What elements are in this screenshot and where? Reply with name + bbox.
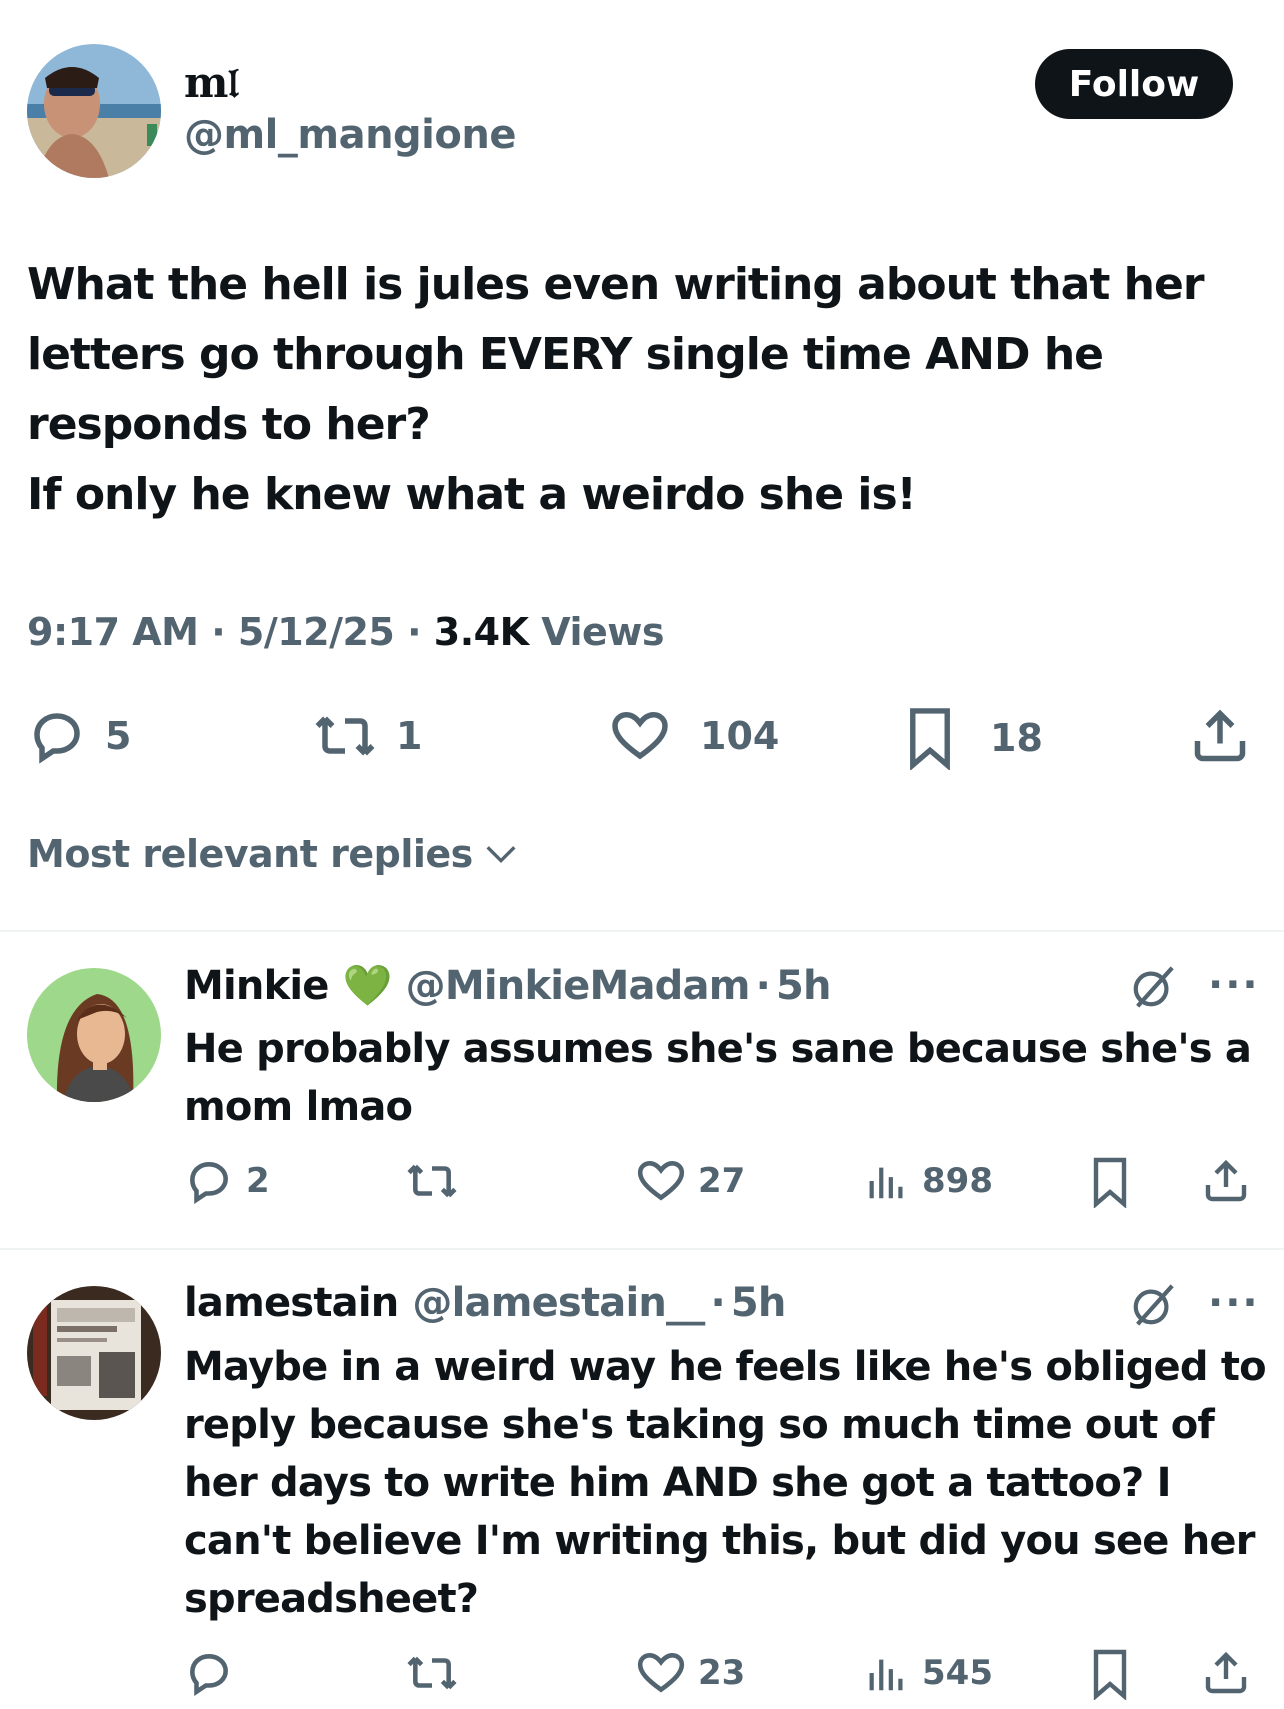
- views-label[interactable]: Views: [541, 610, 664, 654]
- reply-author-name[interactable]: Minkie: [184, 963, 329, 1009]
- meta-separator: ·: [211, 610, 226, 654]
- follow-button[interactable]: Follow: [1035, 49, 1233, 119]
- views-action[interactable]: 898: [864, 1156, 993, 1206]
- like-action[interactable]: 23: [636, 1648, 745, 1698]
- reply-icon: [190, 1162, 228, 1205]
- heart-icon: [637, 1160, 685, 1201]
- share-action[interactable]: [1202, 1648, 1250, 1698]
- grok-icon[interactable]: [1130, 1282, 1176, 1328]
- views-count: 545: [922, 1653, 993, 1693]
- reply-author-handle[interactable]: @MinkieMadam: [406, 963, 751, 1009]
- repost-count: 1: [396, 714, 423, 758]
- green-heart-icon: 💚: [342, 963, 393, 1009]
- share-action[interactable]: [1202, 1156, 1250, 1206]
- repost-icon: [315, 716, 375, 756]
- reply-header: Minkie 💚 @MinkieMadam · 5h: [184, 962, 832, 1010]
- tweet-time[interactable]: 9:17 AM: [27, 610, 199, 654]
- chevron-down-icon: [486, 846, 516, 864]
- reply-avatar[interactable]: [27, 968, 161, 1102]
- repost-action[interactable]: [404, 1648, 460, 1698]
- repost-icon: [407, 1164, 457, 1198]
- views-icon: [869, 1167, 903, 1199]
- bookmark-icon: [1093, 1649, 1127, 1700]
- reply-count: 2: [246, 1161, 270, 1201]
- divider: [0, 1248, 1284, 1250]
- replies-sort-label: Most relevant replies: [27, 832, 473, 876]
- reply-action[interactable]: 5: [27, 706, 131, 766]
- like-action[interactable]: 104: [610, 706, 779, 766]
- tweet-meta: 9:17 AM · 5/12/25 · 3.4K Views: [27, 610, 665, 654]
- tweet-text-line: If only he knew what a weirdo she is!: [27, 469, 917, 520]
- reply-count: 5: [105, 714, 132, 758]
- repost-action[interactable]: [404, 1156, 460, 1206]
- reply-text-line: reply because she's taking so much time …: [184, 1402, 1215, 1448]
- reply-text-line: Maybe in a weird way he feels like he's …: [184, 1344, 1267, 1390]
- views-icon: [869, 1659, 903, 1691]
- like-action[interactable]: 27: [636, 1156, 745, 1206]
- like-count: 27: [698, 1161, 746, 1201]
- author-avatar[interactable]: [27, 44, 161, 178]
- meta-separator: ·: [710, 1280, 725, 1326]
- tweet-text: What the hell is jules even writing abou…: [27, 250, 1205, 530]
- share-icon: [1205, 1159, 1247, 1202]
- reply-text-line: He probably assumes she's sane because s…: [184, 1026, 1252, 1072]
- replies-sort-dropdown[interactable]: Most relevant replies: [27, 832, 521, 876]
- reply-text-line: can't believe I'm writing this, but did …: [184, 1518, 1255, 1564]
- meta-separator: ·: [755, 962, 771, 1009]
- reply-header: lamestain @lamestain__ · 5h: [184, 1280, 786, 1326]
- reply-text-line: mom lmao: [184, 1084, 413, 1130]
- reply-text: Maybe in a weird way he feels like he's …: [184, 1338, 1267, 1628]
- repost-action[interactable]: 1: [312, 706, 422, 766]
- reply-text-line: her days to write him AND she got a tatt…: [184, 1460, 1171, 1506]
- tweet-date[interactable]: 5/12/25: [238, 610, 395, 654]
- reply-action[interactable]: 2: [184, 1156, 270, 1206]
- reply-text: He probably assumes she's sane because s…: [184, 1020, 1252, 1136]
- bookmark-count: 18: [990, 716, 1043, 760]
- bookmark-action[interactable]: 18: [900, 706, 1043, 770]
- divider: [0, 930, 1284, 932]
- reply-icon: [190, 1654, 228, 1697]
- bookmark-action[interactable]: [1086, 1156, 1134, 1208]
- bookmark-icon: [1093, 1157, 1127, 1208]
- bookmark-icon: [910, 708, 950, 770]
- reply-time[interactable]: 5h: [776, 963, 832, 1009]
- reply-avatar[interactable]: [27, 1286, 161, 1420]
- views-action[interactable]: 545: [864, 1648, 993, 1698]
- reply-author-handle[interactable]: @lamestain__: [412, 1280, 705, 1326]
- views-count[interactable]: 3.4K: [434, 610, 529, 654]
- tweet-text-line: What the hell is jules even writing abou…: [27, 259, 1205, 310]
- bookmark-action[interactable]: [1086, 1648, 1134, 1700]
- reply-icon: [34, 713, 80, 764]
- reply-time[interactable]: 5h: [731, 1280, 787, 1326]
- heart-icon: [612, 711, 668, 760]
- tweet-text-line: responds to her?: [27, 399, 431, 450]
- share-icon: [1194, 709, 1246, 762]
- author-handle[interactable]: @ml_mangione: [184, 112, 516, 158]
- like-count: 23: [698, 1653, 746, 1693]
- like-count: 104: [700, 714, 780, 758]
- heart-icon: [637, 1652, 685, 1693]
- views-count: 898: [922, 1161, 993, 1201]
- repost-icon: [407, 1656, 457, 1690]
- share-action[interactable]: [1190, 706, 1250, 766]
- meta-separator: ·: [407, 610, 422, 654]
- tweet-text-line: letters go through EVERY single time AND…: [27, 329, 1104, 380]
- reply-action[interactable]: [184, 1648, 234, 1698]
- author-display-name[interactable]: m𝔩: [184, 58, 238, 108]
- more-options-icon[interactable]: ···: [1208, 962, 1260, 1008]
- reply-text-line: spreadsheet?: [184, 1576, 479, 1622]
- share-icon: [1205, 1651, 1247, 1694]
- reply-author-name[interactable]: lamestain: [184, 1280, 399, 1326]
- grok-icon[interactable]: [1130, 964, 1176, 1010]
- more-options-icon[interactable]: ···: [1208, 1280, 1260, 1326]
